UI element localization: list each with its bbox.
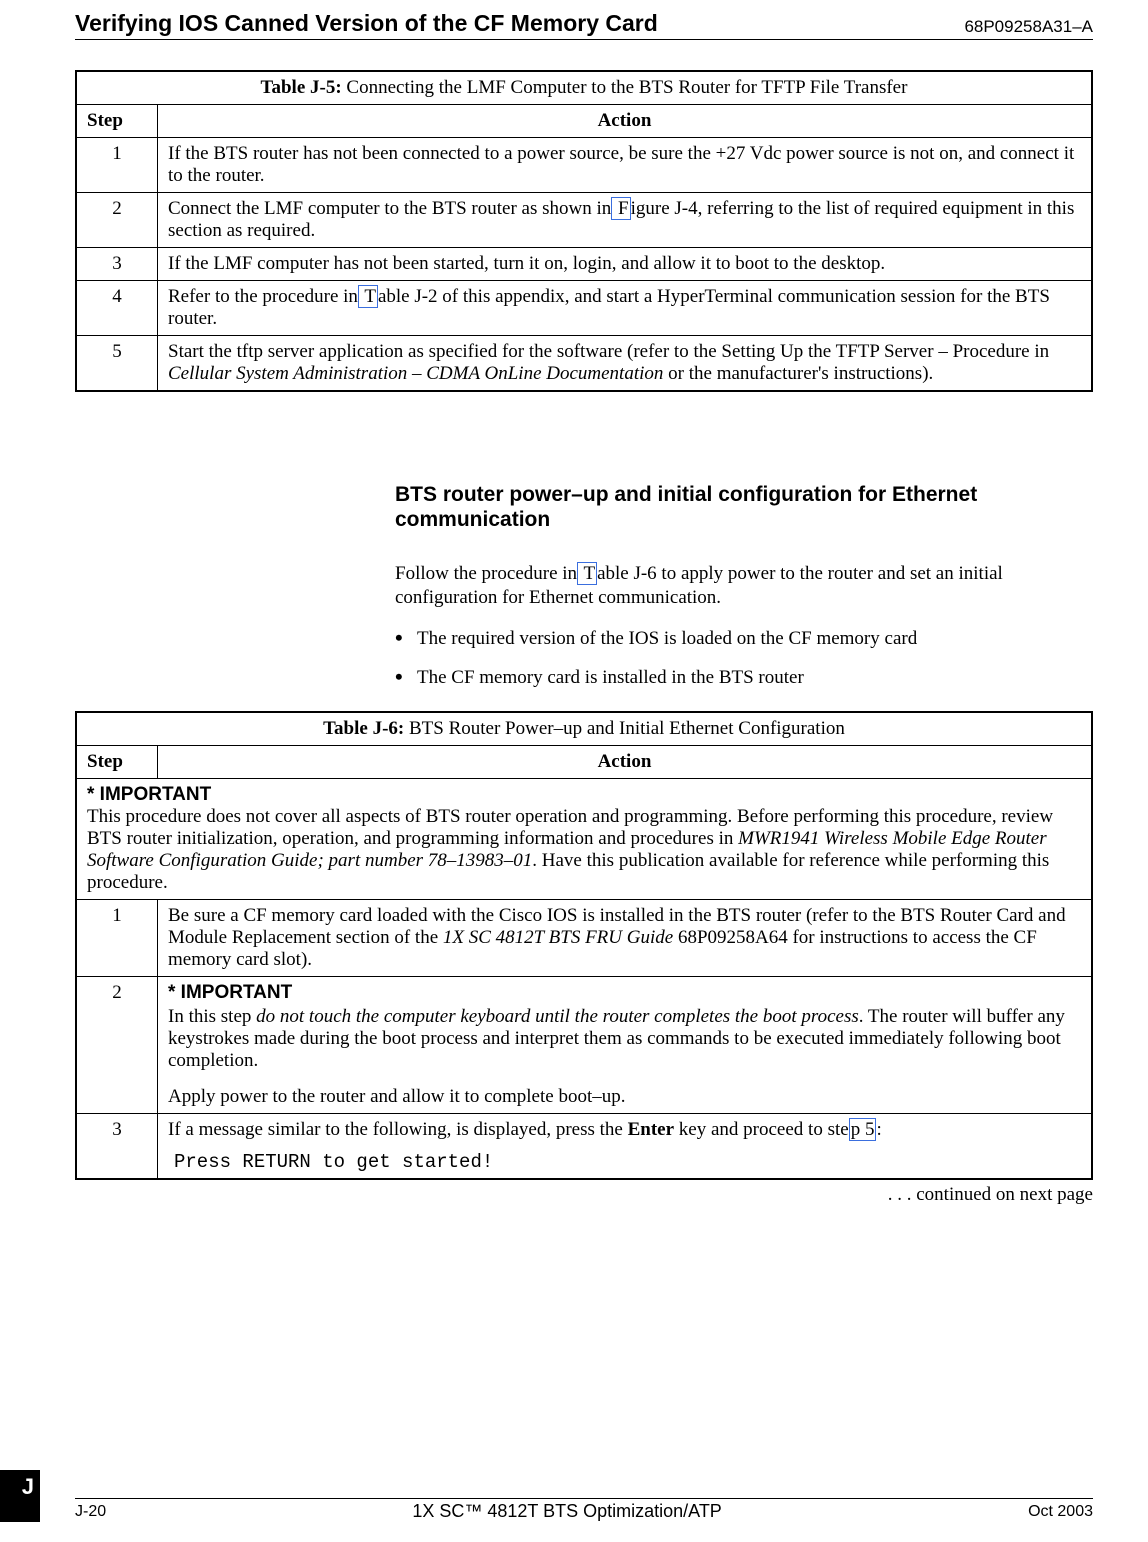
step-num: 1 [76,899,158,976]
table-j6-title: Table J-6: BTS Router Power–up and Initi… [76,712,1092,746]
col-step: Step [76,105,158,138]
step-num: 3 [76,1113,158,1179]
doc-number: 68P09258A31–A [964,17,1093,37]
step-num: 5 [76,336,158,392]
step-action: Connect the LMF computer to the BTS rout… [158,193,1093,248]
col-action: Action [158,745,1093,778]
col-action: Action [158,105,1093,138]
footer-page: J-20 [75,1503,106,1521]
table-row: 4 Refer to the procedure in Table J-2 of… [76,281,1092,336]
list-item: The required version of the IOS is loade… [395,624,1093,652]
link-figure[interactable]: F [611,197,630,220]
step-num: 4 [76,281,158,336]
table-row: 3 If a message similar to the following,… [76,1113,1092,1179]
step-num: 2 [76,976,158,1113]
step-action: Be sure a CF memory card loaded with the… [158,899,1093,976]
link-table-j6[interactable]: T [577,562,597,585]
list-item: The CF memory card is installed in the B… [395,663,1093,691]
page-title: Verifying IOS Canned Version of the CF M… [75,10,658,37]
step-num: 1 [76,138,158,193]
footer-date: Oct 2003 [1028,1503,1093,1521]
table-row: 2 Connect the LMF computer to the BTS ro… [76,193,1092,248]
table-j6: Table J-6: BTS Router Power–up and Initi… [75,711,1093,1180]
section-tab: J [0,1470,40,1522]
continued-label: . . . continued on next page [75,1184,1093,1206]
step-action: Start the tftp server application as spe… [158,336,1093,392]
table-row: * IMPORTANT This procedure does not cove… [76,778,1092,899]
table-row: 1 If the BTS router has not been connect… [76,138,1092,193]
table-j5-title: Table J-5: Connecting the LMF Computer t… [76,71,1092,105]
step-action: Refer to the procedure in Table J-2 of t… [158,281,1093,336]
code-output: Press RETURN to get started! [174,1151,1081,1173]
step-action: If the BTS router has not been connected… [158,138,1093,193]
table-row: 1 Be sure a CF memory card loaded with t… [76,899,1092,976]
table-j5: Table J-5: Connecting the LMF Computer t… [75,70,1093,392]
step-action: If a message similar to the following, i… [158,1113,1093,1179]
link-step[interactable]: p 5 [849,1118,877,1141]
step-action: If the LMF computer has not been started… [158,248,1093,281]
section-heading: BTS router power–up and initial configur… [395,482,1093,532]
step-num: 3 [76,248,158,281]
table-row: 3 If the LMF computer has not been start… [76,248,1092,281]
table-row: 5 Start the tftp server application as s… [76,336,1092,392]
col-step: Step [76,745,158,778]
section-body: Follow the procedure in Table J-6 to app… [395,562,1093,691]
link-table[interactable]: T [358,285,378,308]
step-num: 2 [76,193,158,248]
step-action: * IMPORTANT In this step do not touch th… [158,976,1093,1113]
important-note: * IMPORTANT This procedure does not cove… [76,778,1092,899]
footer-title: 1X SC™ 4812T BTS Optimization/ATP [412,1501,721,1522]
table-row: 2 * IMPORTANT In this step do not touch … [76,976,1092,1113]
